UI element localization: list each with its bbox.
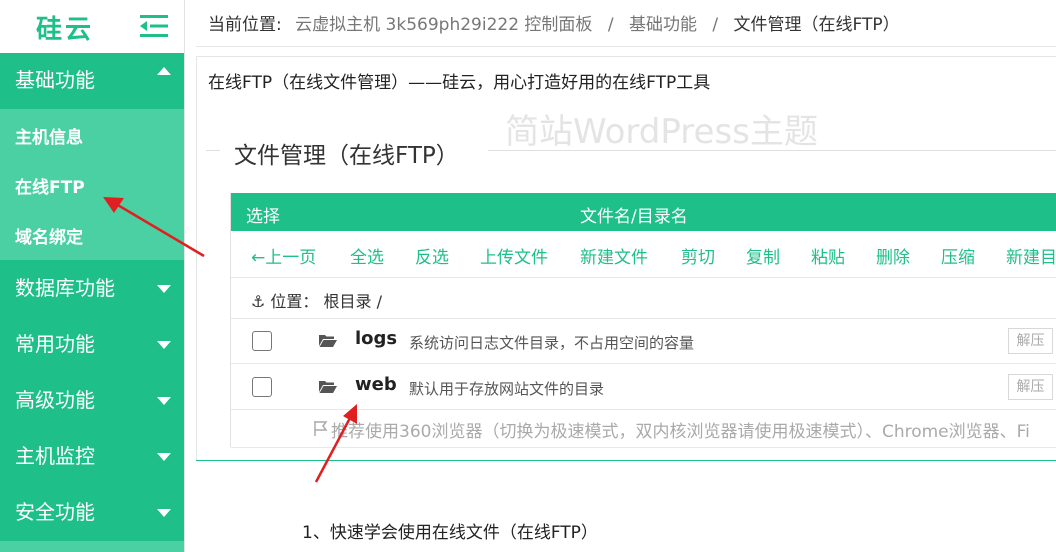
section-divider xyxy=(196,460,1056,461)
browser-hint: 推荐使用360浏览器（切换为极速模式，双内核浏览器请使用极速模式）、Chrome… xyxy=(331,422,1030,442)
location-bar: ⚓ 位置： 根目录 / xyxy=(231,277,1056,319)
folder-open-icon xyxy=(319,335,337,347)
logo-bar: 硅云 xyxy=(0,0,184,53)
table-header: 选择 文件名/目录名 xyxy=(231,193,1056,231)
row-checkbox[interactable] xyxy=(252,377,272,397)
intro-text: 在线FTP（在线文件管理）——硅云，用心打造好用的在线FTP工具 xyxy=(208,73,711,93)
unzip-button[interactable]: 解压 xyxy=(1008,374,1053,400)
breadcrumb: 当前位置: 云虚拟主机 3k569ph29i222 控制面板 / 基础功能 / … xyxy=(208,10,900,35)
submenu-item-online-ftp[interactable]: 在线FTP xyxy=(15,173,85,198)
select-all-button[interactable]: 全选 xyxy=(350,243,384,268)
header-select: 选择 xyxy=(246,207,280,227)
invert-select-button[interactable]: 反选 xyxy=(415,243,449,268)
browser-hint-row: 推荐使用360浏览器（切换为极速模式，双内核浏览器请使用极速模式）、Chrome… xyxy=(231,407,1056,448)
header-filename: 文件名/目录名 xyxy=(580,207,688,227)
menu-label: 主机监控 xyxy=(15,444,95,468)
new-folder-button[interactable]: 新建目 xyxy=(1006,243,1056,268)
menu-label: 基础功能 xyxy=(15,68,95,92)
breadcrumb-item-current: 文件管理（在线FTP） xyxy=(733,15,900,35)
caret-down-icon xyxy=(157,285,171,293)
breadcrumb-separator: / xyxy=(712,15,719,35)
sidebar: 硅云 基础功能 主机信息 在线FTP 域名绑定 数据库功能 常用功能 高级功能 … xyxy=(0,0,184,552)
folder-name[interactable]: web xyxy=(355,374,397,395)
menu-database[interactable]: 数据库功能 xyxy=(0,261,184,316)
breadcrumb-item-basic[interactable]: 基础功能 xyxy=(629,15,697,35)
caret-up-icon xyxy=(157,67,171,75)
menu-common[interactable]: 常用功能 xyxy=(0,317,184,372)
menu-security[interactable]: 安全功能 xyxy=(0,485,184,540)
menu-basic-functions[interactable]: 基础功能 xyxy=(0,53,184,108)
breadcrumb-label: 当前位置: xyxy=(208,15,282,35)
caret-down-icon xyxy=(157,453,171,461)
location-path: ⚓ 位置： 根目录 / xyxy=(251,292,382,311)
copy-button[interactable]: 复制 xyxy=(746,243,780,268)
sidebar-next-item xyxy=(0,541,184,552)
breadcrumb-divider xyxy=(196,46,1056,47)
submenu-item-host-info[interactable]: 主机信息 xyxy=(15,123,83,148)
menu-host-monitor[interactable]: 主机监控 xyxy=(0,429,184,484)
delete-button[interactable]: 删除 xyxy=(876,243,910,268)
folder-name[interactable]: logs xyxy=(355,328,397,349)
fieldset-line xyxy=(488,150,1056,151)
tutorial-link[interactable]: 1、快速学会使用在线文件（在线FTP） xyxy=(302,518,598,543)
caret-down-icon xyxy=(157,341,171,349)
sidebar-divider xyxy=(184,0,185,552)
breadcrumb-item-panel[interactable]: 云虚拟主机 3k569ph29i222 控制面板 xyxy=(295,15,592,35)
folder-open-icon xyxy=(319,381,337,393)
compress-button[interactable]: 压缩 xyxy=(941,243,975,268)
menu-label: 高级功能 xyxy=(15,388,95,412)
paste-button[interactable]: 粘贴 xyxy=(811,243,845,268)
breadcrumb-separator: / xyxy=(607,15,614,35)
menu-advanced[interactable]: 高级功能 xyxy=(0,373,184,428)
row-checkbox[interactable] xyxy=(252,331,272,351)
caret-down-icon xyxy=(157,397,171,405)
folder-desc: 系统访问日志文件目录，不占用空间的容量 xyxy=(409,334,695,352)
flag-icon xyxy=(314,421,328,436)
menu-collapse-icon[interactable] xyxy=(140,14,168,38)
file-table: 选择 文件名/目录名 ←上一页 全选 反选 上传文件 新建文件 剪切 复制 粘贴… xyxy=(230,193,1056,448)
file-toolbar: ←上一页 全选 反选 上传文件 新建文件 剪切 复制 粘贴 删除 压缩 新建目 xyxy=(231,231,1056,277)
menu-label: 常用功能 xyxy=(15,332,95,356)
fieldset-line xyxy=(206,150,220,151)
table-row[interactable]: web 默认用于存放网站文件的目录 解压 xyxy=(231,364,1056,410)
menu-label: 数据库功能 xyxy=(15,276,115,300)
unzip-button[interactable]: 解压 xyxy=(1008,328,1053,354)
menu-label: 安全功能 xyxy=(15,500,95,524)
table-row[interactable]: logs 系统访问日志文件目录，不占用空间的容量 解压 xyxy=(231,318,1056,364)
prev-page-button[interactable]: ←上一页 xyxy=(251,243,316,268)
upload-file-button[interactable]: 上传文件 xyxy=(480,243,548,268)
logo: 硅云 xyxy=(36,15,95,45)
folder-desc: 默认用于存放网站文件的目录 xyxy=(409,380,605,398)
cut-button[interactable]: 剪切 xyxy=(681,243,715,268)
section-title: 文件管理（在线FTP） xyxy=(234,143,459,169)
new-file-button[interactable]: 新建文件 xyxy=(580,243,648,268)
submenu: 主机信息 在线FTP 域名绑定 xyxy=(0,109,184,260)
submenu-item-domain-binding[interactable]: 域名绑定 xyxy=(15,223,83,248)
watermark: 简站WordPress主题 xyxy=(505,112,818,152)
caret-down-icon xyxy=(157,509,171,517)
